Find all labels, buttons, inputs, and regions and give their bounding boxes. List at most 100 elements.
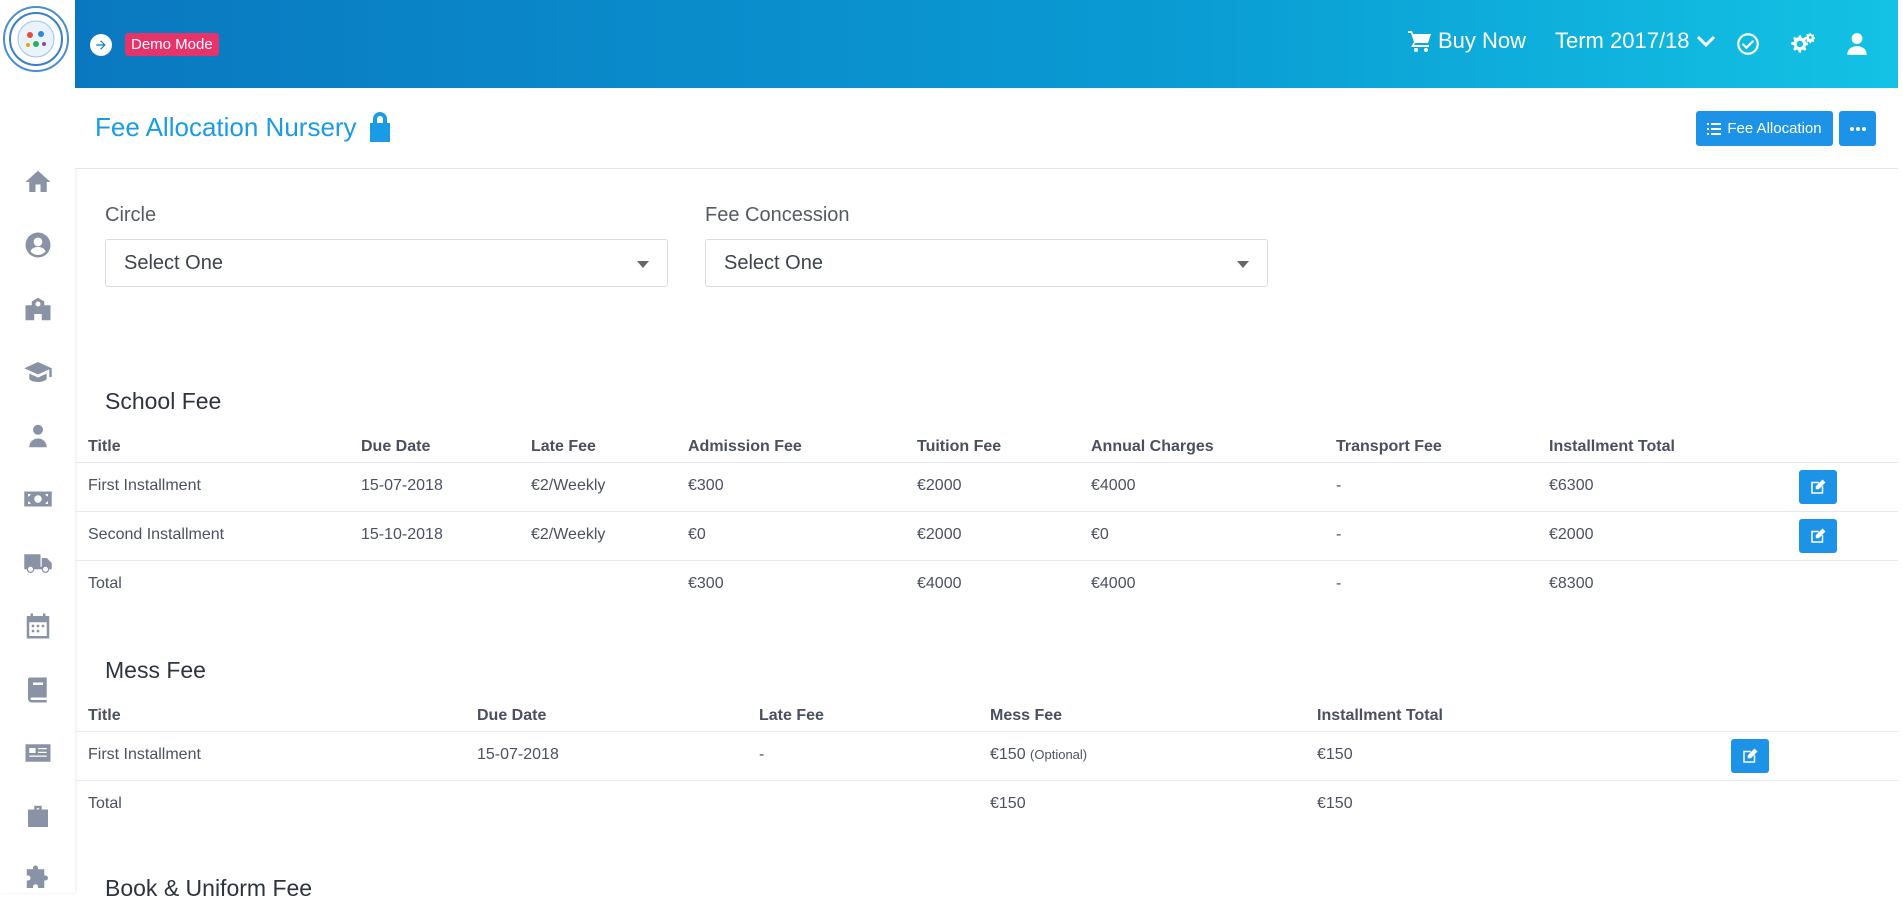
school-logo[interactable] <box>3 6 69 72</box>
table-cell: €2000 <box>1549 526 1594 543</box>
ellipsis-icon <box>1849 126 1866 131</box>
mess-fee-value: €150 <box>990 746 1026 763</box>
column-header: Late Fee <box>531 438 596 455</box>
edit-icon <box>1743 748 1758 763</box>
lock-icon[interactable] <box>365 110 395 144</box>
collapse-sidebar-icon[interactable] <box>90 34 112 56</box>
column-header: Mess Fee <box>990 707 1063 724</box>
book-icon[interactable] <box>18 670 58 710</box>
fee-concession-label: Fee Concession <box>705 204 850 226</box>
term-label: Term 2017/18 <box>1555 28 1690 53</box>
chevron-down-icon <box>1696 35 1715 48</box>
table-cell: €4000 <box>917 575 962 592</box>
table-cell: €300 <box>688 575 724 592</box>
page-title: Fee Allocation Nursery <box>95 110 395 144</box>
table-row: First Installment 15-07-2018 - €150 (Opt… <box>75 731 1898 780</box>
user-circle-icon[interactable] <box>18 225 58 265</box>
table-cell: €300 <box>688 477 724 494</box>
table-cell: €150 (Optional) <box>990 746 1087 764</box>
column-header: Title <box>88 707 121 724</box>
edit-button[interactable] <box>1799 519 1837 553</box>
demo-mode-badge: Demo Mode <box>125 33 219 56</box>
table-cell: €4000 <box>1091 575 1136 592</box>
more-options-button[interactable] <box>1839 111 1876 146</box>
table-cell: €2/Weekly <box>531 526 606 543</box>
table-cell: €0 <box>688 526 706 543</box>
list-icon <box>1707 122 1722 135</box>
top-header: Demo Mode Buy Now Term 2017/18 <box>75 0 1898 88</box>
column-header: Title <box>88 438 121 455</box>
caret-down-icon <box>637 261 649 268</box>
edit-button[interactable] <box>1731 739 1769 773</box>
book-uniform-fee-heading: Book & Uniform Fee <box>105 875 313 901</box>
column-header: Installment Total <box>1549 438 1675 455</box>
school-fee-heading: School Fee <box>105 388 222 414</box>
circle-label: Circle <box>105 204 157 226</box>
edit-button[interactable] <box>1799 470 1837 504</box>
column-header: Transport Fee <box>1336 438 1442 455</box>
buy-now-link[interactable]: Buy Now <box>1408 28 1526 54</box>
buy-now-label: Buy Now <box>1438 28 1527 53</box>
caret-down-icon <box>1237 261 1249 268</box>
table-cell: - <box>759 746 765 763</box>
puzzle-icon[interactable] <box>18 858 58 898</box>
table-cell: 15-07-2018 <box>361 477 443 494</box>
circle-select-value: Select One <box>124 251 223 274</box>
school-fee-table: Title Due Date Late Fee Admission Fee Tu… <box>75 432 1898 609</box>
table-cell: €2000 <box>917 477 962 494</box>
page-title-bar: Fee Allocation Nursery Fee Allocation <box>75 88 1898 169</box>
graduation-cap-icon[interactable] <box>18 352 58 392</box>
table-cell: €6300 <box>1549 477 1594 494</box>
table-row: First Installment 15-07-2018 €2/Weekly €… <box>75 462 1898 511</box>
fee-concession-select-value: Select One <box>724 251 823 274</box>
table-cell: €2/Weekly <box>531 477 606 494</box>
column-header: Tuition Fee <box>917 438 1002 455</box>
term-dropdown[interactable]: Term 2017/18 <box>1555 28 1716 54</box>
table-total-row: Total €300 €4000 €4000 - €8300 <box>75 560 1898 609</box>
column-header: Due Date <box>477 707 547 724</box>
column-header: Admission Fee <box>688 438 802 455</box>
fee-allocation-button[interactable]: Fee Allocation <box>1696 111 1833 146</box>
table-cell: 15-10-2018 <box>361 526 443 543</box>
table-row: Second Installment 15-10-2018 €2/Weekly … <box>75 511 1898 560</box>
sidebar <box>0 0 75 893</box>
table-cell: First Installment <box>88 746 201 763</box>
user-icon[interactable] <box>1843 30 1871 58</box>
table-cell: 15-07-2018 <box>477 746 559 763</box>
optional-note: (Optional) <box>1030 747 1088 762</box>
calendar-icon[interactable] <box>18 606 58 646</box>
check-circle-icon[interactable] <box>1734 30 1762 58</box>
table-cell: €0 <box>1091 526 1109 543</box>
truck-icon[interactable] <box>18 543 58 583</box>
school-icon[interactable] <box>18 289 58 329</box>
table-cell: First Installment <box>88 477 201 494</box>
fee-concession-select[interactable]: Select One <box>705 239 1268 287</box>
table-cell: Second Installment <box>88 526 225 543</box>
column-header: Due Date <box>361 438 431 455</box>
table-cell: €150 <box>990 795 1026 812</box>
gears-icon[interactable] <box>1788 30 1816 58</box>
table-header-row: Title Due Date Late Fee Admission Fee Tu… <box>75 432 1898 462</box>
table-header-row: Title Due Date Late Fee Mess Fee Install… <box>75 701 1898 731</box>
teacher-icon[interactable] <box>18 416 58 456</box>
table-cell: - <box>1336 477 1342 494</box>
page-title-text: Fee Allocation Nursery <box>95 111 357 142</box>
table-cell: €2000 <box>917 526 962 543</box>
newspaper-icon[interactable] <box>18 733 58 773</box>
circle-select[interactable]: Select One <box>105 239 668 287</box>
fee-allocation-label: Fee Allocation <box>1727 120 1822 137</box>
column-header: Annual Charges <box>1091 438 1214 455</box>
table-cell: Total <box>88 795 122 812</box>
column-header: Installment Total <box>1317 707 1443 724</box>
mess-fee-table: Title Due Date Late Fee Mess Fee Install… <box>75 701 1898 829</box>
table-cell: - <box>1336 526 1342 543</box>
table-cell: €4000 <box>1091 477 1136 494</box>
home-icon[interactable] <box>18 162 58 202</box>
column-header: Late Fee <box>759 707 824 724</box>
table-cell: €150 <box>1317 746 1353 763</box>
briefcase-icon[interactable] <box>18 797 58 837</box>
money-icon[interactable] <box>18 479 58 519</box>
edit-icon <box>1811 528 1826 543</box>
table-cell: Total <box>88 575 122 592</box>
table-cell: €8300 <box>1549 575 1594 592</box>
